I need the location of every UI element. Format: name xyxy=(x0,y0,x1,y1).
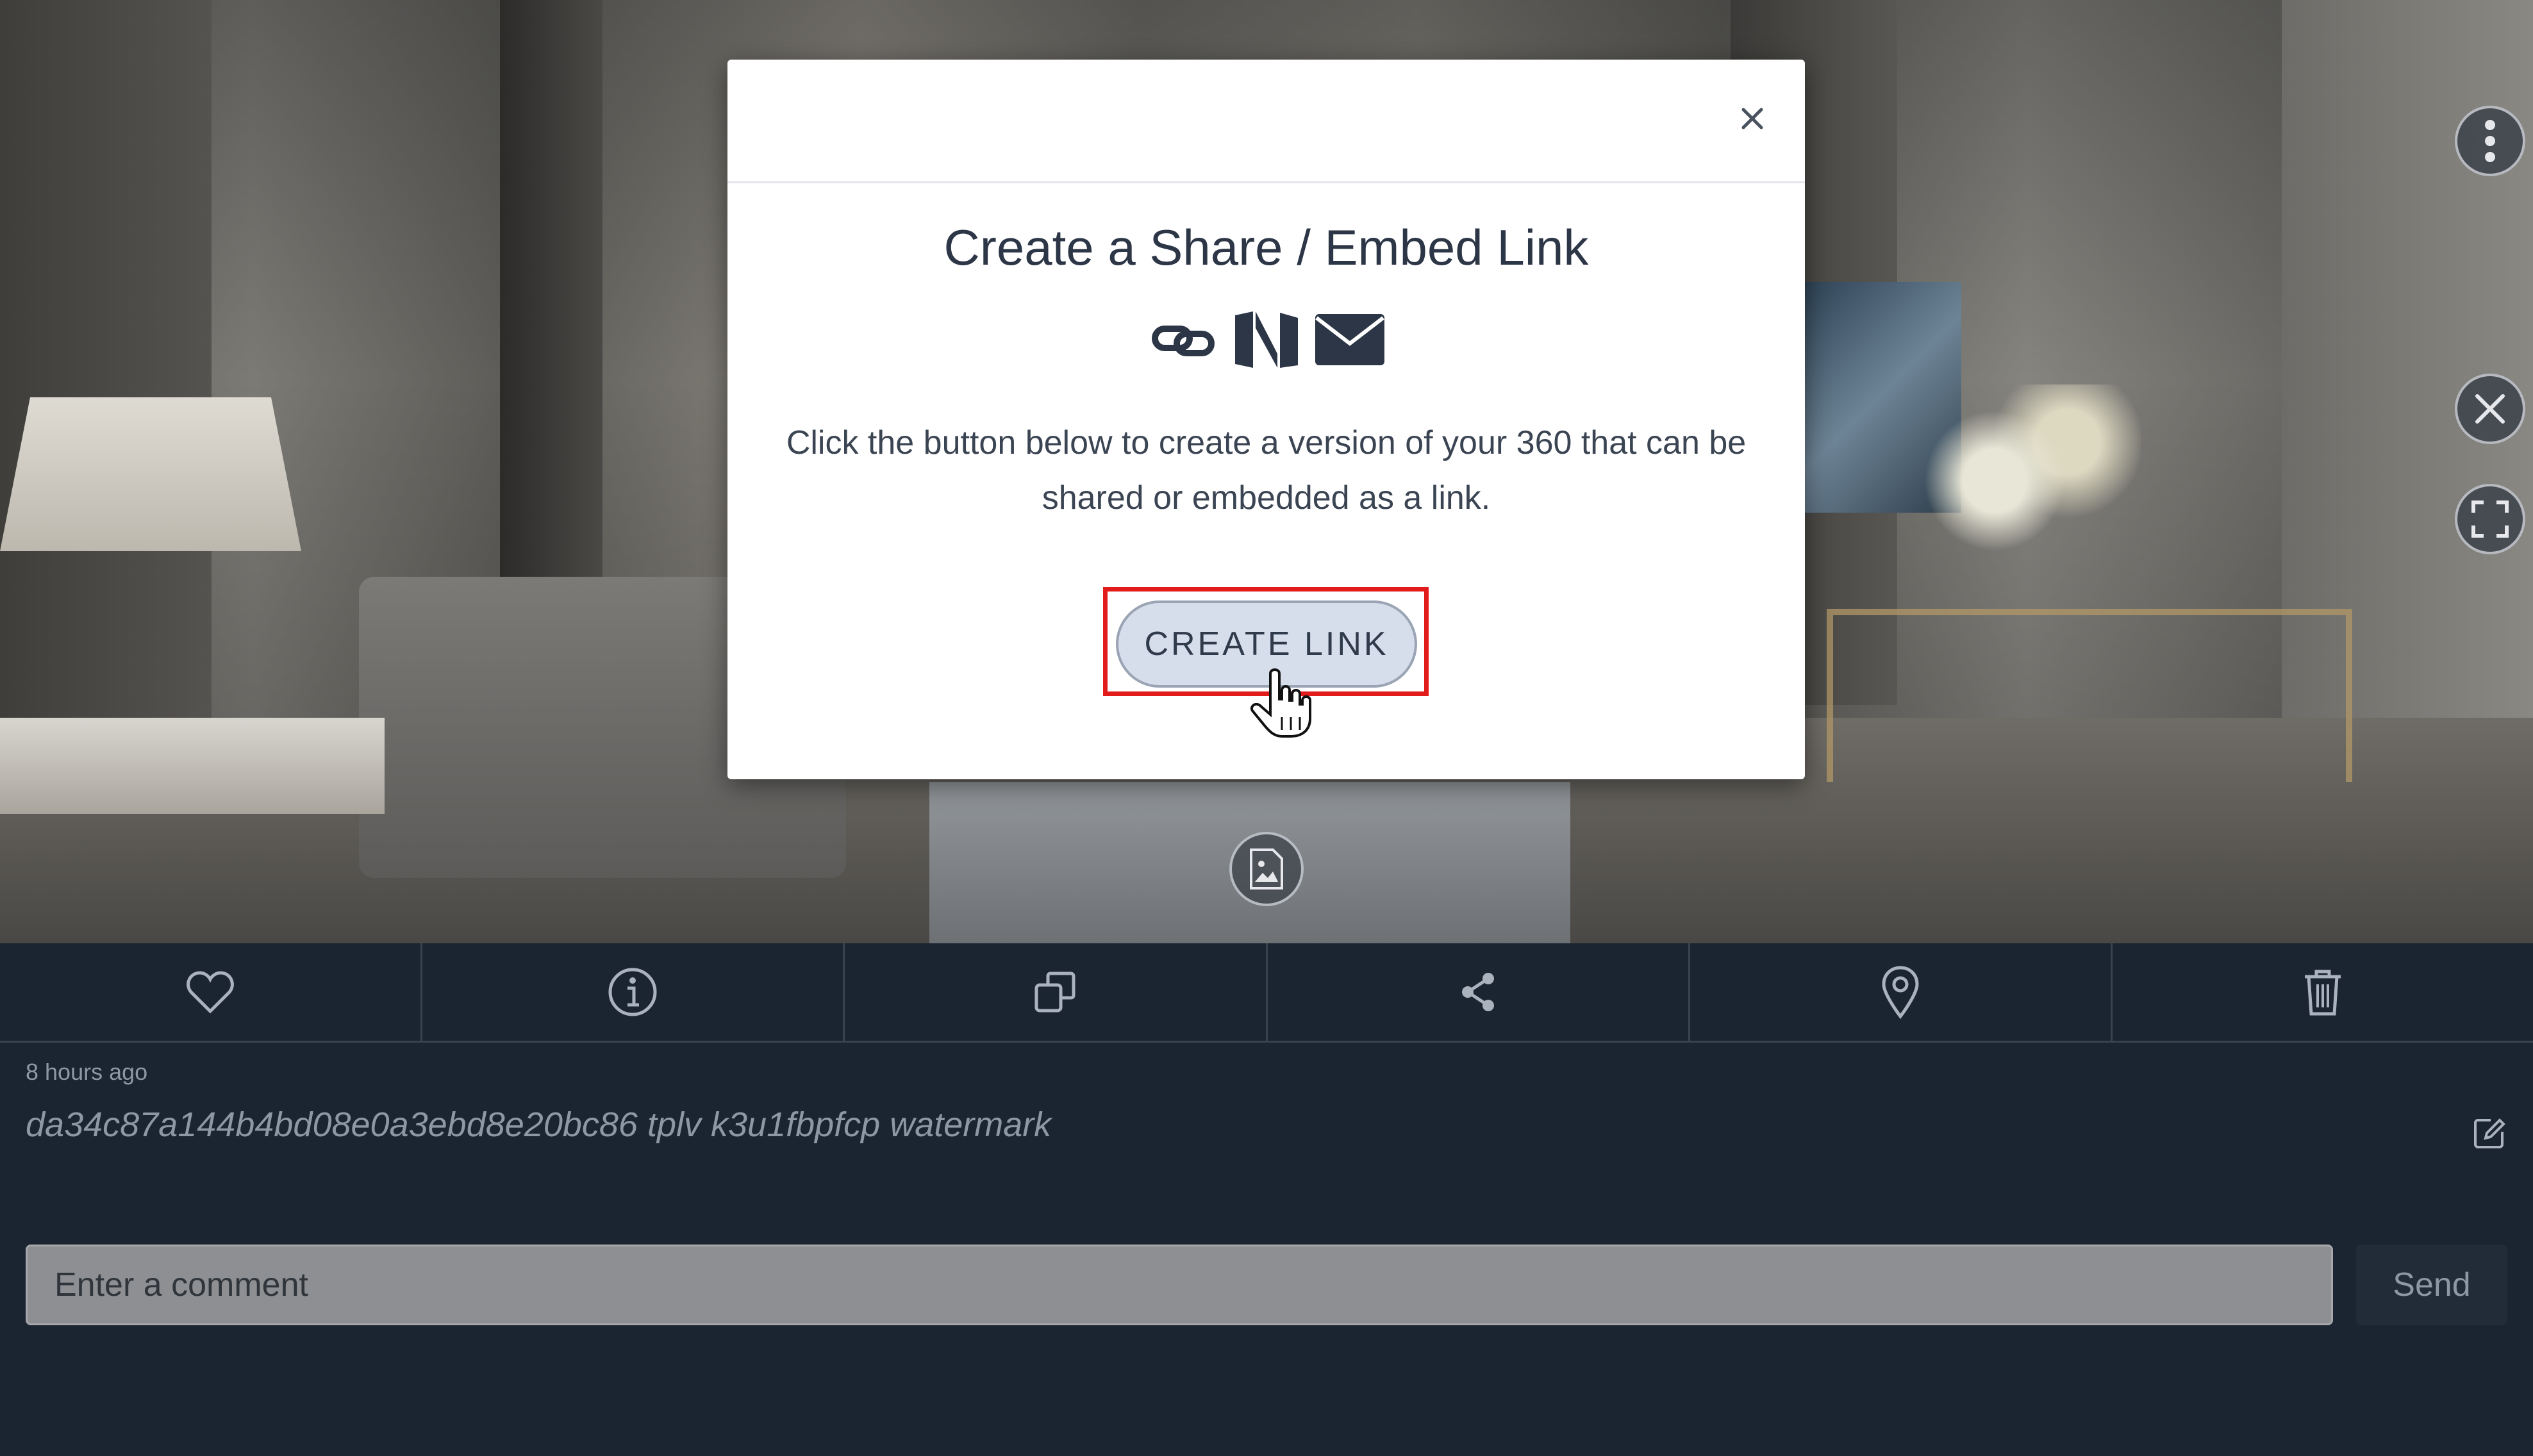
close-icon xyxy=(1741,108,1763,129)
location-button[interactable] xyxy=(1690,943,2113,1041)
modal-close-button[interactable] xyxy=(1732,98,1773,139)
share-options xyxy=(727,308,1805,372)
share-button[interactable] xyxy=(1268,943,1690,1041)
scene-lamp xyxy=(0,397,301,551)
link-icon[interactable] xyxy=(1147,308,1219,372)
modal-description: Click the button below to create a versi… xyxy=(786,424,1747,517)
fullscreen-icon xyxy=(2471,500,2509,538)
action-toolbar xyxy=(0,943,2533,1043)
info-icon xyxy=(608,968,657,1016)
heart-icon xyxy=(187,971,234,1014)
fullscreen-button[interactable] xyxy=(2455,484,2525,554)
location-pin-icon xyxy=(1882,966,1919,1019)
share-icon xyxy=(1461,973,1494,1011)
scene-side-table xyxy=(0,718,385,814)
copy-icon xyxy=(1034,972,1075,1013)
image-document-icon xyxy=(1250,848,1283,889)
details-panel: 8 hours ago da34c87a144b4bd08e0a3ebd8e20… xyxy=(0,943,2533,1456)
comment-input[interactable] xyxy=(26,1245,2333,1325)
delete-button[interactable] xyxy=(2113,943,2533,1041)
edit-icon[interactable] xyxy=(2473,1116,2506,1150)
image-details-button[interactable] xyxy=(1229,832,1304,906)
timestamp: 8 hours ago xyxy=(26,1059,148,1085)
info-button[interactable] xyxy=(422,943,845,1041)
modal-title: Create a Share / Embed Link xyxy=(943,219,1589,276)
close-viewer-button[interactable] xyxy=(2455,374,2525,444)
scene-flowers xyxy=(1897,385,2141,577)
image-title: da34c87a144b4bd08e0a3ebd8e20bc86 tplv k3… xyxy=(26,1105,1052,1144)
send-button[interactable]: Send xyxy=(2356,1245,2507,1325)
envelope-icon[interactable] xyxy=(1314,308,1386,372)
modal-header xyxy=(727,60,1805,183)
hand-cursor-icon xyxy=(1250,668,1311,738)
trash-icon xyxy=(2304,970,2341,1016)
copy-button[interactable] xyxy=(845,943,1268,1041)
like-button[interactable] xyxy=(0,943,423,1041)
close-circle-icon xyxy=(2475,394,2505,424)
medium-icon[interactable] xyxy=(1231,308,1302,372)
scene-console xyxy=(1827,609,2352,782)
more-options-icon xyxy=(2485,120,2495,162)
more-options-button[interactable] xyxy=(2455,106,2525,176)
